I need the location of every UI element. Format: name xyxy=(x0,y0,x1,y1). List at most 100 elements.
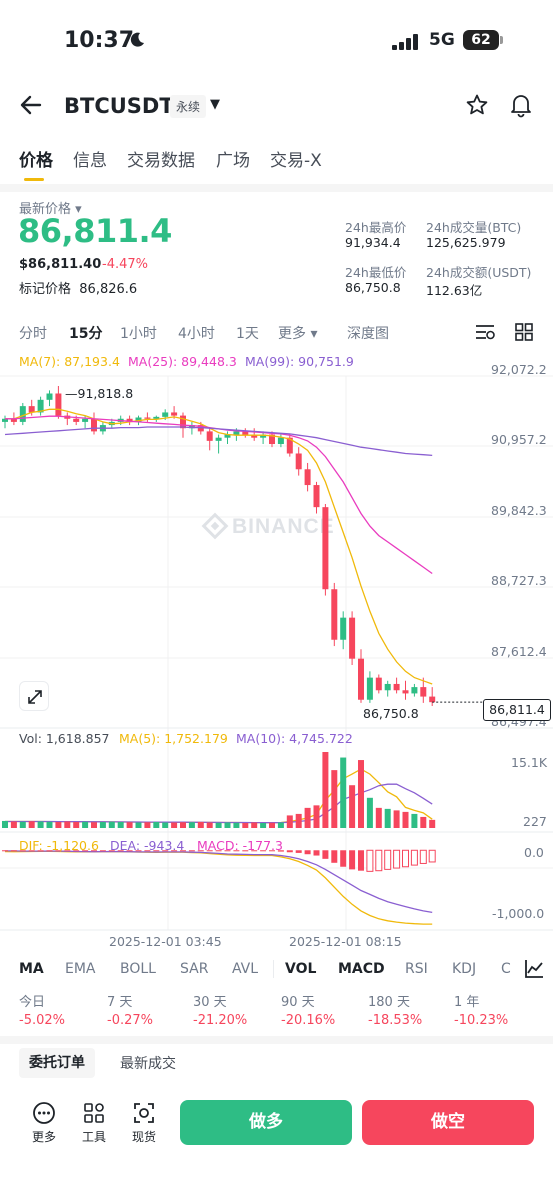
kline-chart[interactable]: BINANCE xyxy=(0,0,553,960)
perf-label: 30 天 xyxy=(193,995,227,1010)
fullscreen-button[interactable] xyxy=(19,681,49,711)
dea-legend: DEA: -943.4 xyxy=(110,838,185,853)
volume-bar xyxy=(215,822,222,828)
x-tick: 2025-12-01 03:45 xyxy=(109,934,222,949)
macd-bar xyxy=(366,849,374,872)
divider xyxy=(0,1036,553,1044)
perf-label: 180 天 xyxy=(368,995,410,1010)
volume-bar xyxy=(126,822,133,828)
macd-tick: 0.0 xyxy=(524,845,544,860)
tab-order-book[interactable]: 委托订单 xyxy=(19,1048,95,1078)
chart-type-icon[interactable] xyxy=(523,958,545,984)
tools-icon[interactable] xyxy=(79,1100,109,1130)
more-label[interactable]: 更多 xyxy=(26,1128,62,1145)
vol-ma10-legend: MA(10): 4,745.722 xyxy=(236,731,353,746)
dif-legend: DIF: -1,120.6 xyxy=(19,838,99,853)
ind-sar[interactable]: SAR xyxy=(180,961,208,977)
volume-bar xyxy=(206,822,213,828)
macd-bar xyxy=(188,850,195,852)
perf-value: -20.16% xyxy=(281,1013,336,1028)
volume-bar xyxy=(224,822,231,828)
volume-bar xyxy=(197,821,204,828)
candle-body xyxy=(73,418,80,422)
macd-legend: MACD: -177.3 xyxy=(197,838,283,853)
volume-bar xyxy=(286,815,293,828)
vol-ma5-legend: MA(5): 1,752.179 xyxy=(119,731,228,746)
candle-body xyxy=(358,658,364,700)
ind-rsi[interactable]: RSI xyxy=(405,961,428,977)
ind-ema[interactable]: EMA xyxy=(65,961,96,977)
macd-bar xyxy=(313,850,320,856)
volume-bar xyxy=(420,816,427,828)
perf-label: 7 天 xyxy=(107,995,133,1010)
volume-bar xyxy=(135,822,142,828)
ma7-legend: MA(7): 87,193.4 xyxy=(19,354,120,369)
candle-body xyxy=(349,617,356,659)
volume-bar xyxy=(19,821,26,828)
high-marker: —91,818.8 xyxy=(65,386,134,401)
binance-watermark: BINANCE xyxy=(201,512,334,540)
candle-body xyxy=(429,696,436,703)
divider xyxy=(273,960,274,978)
macd-bar xyxy=(384,849,392,870)
volume-bar xyxy=(242,822,249,828)
volume-bar xyxy=(393,810,400,828)
macd-bar xyxy=(99,850,106,852)
perf-label: 今日 xyxy=(19,995,46,1010)
volume-bar xyxy=(411,813,418,828)
macd-bar xyxy=(286,850,293,853)
volume-bar xyxy=(251,822,258,828)
volume-bar xyxy=(55,821,62,828)
volume-bar xyxy=(295,813,302,828)
volume-bar xyxy=(37,821,44,828)
volume-bar xyxy=(171,822,178,828)
volume-bar xyxy=(82,821,89,828)
macd-bar xyxy=(2,850,8,852)
ind-boll[interactable]: BOLL xyxy=(120,961,156,977)
ind-kdj[interactable]: KDJ xyxy=(452,961,476,977)
candle-body xyxy=(322,507,329,590)
candle-body xyxy=(19,406,26,422)
macd-bar xyxy=(410,849,418,866)
volume-bar xyxy=(349,785,356,828)
candle-body xyxy=(233,431,240,435)
macd-bar xyxy=(402,849,409,868)
candle-body xyxy=(366,677,373,700)
macd-bar xyxy=(331,850,338,863)
macd-bar xyxy=(428,849,436,863)
macd-bar xyxy=(393,849,401,869)
x-tick: 2025-12-01 08:15 xyxy=(289,934,402,949)
macd-bar xyxy=(10,850,17,852)
volume-bar xyxy=(260,822,267,828)
candle-body xyxy=(82,418,89,422)
more-icon[interactable] xyxy=(29,1100,59,1130)
vol-legend: Vol: 1,618.857 xyxy=(19,731,110,746)
perf-value: -5.02% xyxy=(19,1013,65,1028)
volume-bar xyxy=(162,822,169,828)
volume-bar xyxy=(2,820,8,828)
y-tick: 89,842.3 xyxy=(491,503,547,518)
ind-c[interactable]: C xyxy=(501,961,511,977)
tab-recent-trades[interactable]: 最新成交 xyxy=(120,1053,176,1073)
y-tick: 87,612.4 xyxy=(491,644,547,659)
ind-macd[interactable]: MACD xyxy=(338,961,385,977)
candle-body xyxy=(180,415,186,429)
volume-bar xyxy=(153,821,160,828)
spot-icon[interactable] xyxy=(129,1100,159,1130)
ind-vol[interactable]: VOL xyxy=(285,961,316,977)
volume-bar xyxy=(269,822,275,828)
short-button[interactable]: 做空 xyxy=(362,1100,534,1145)
volume-bar xyxy=(108,821,115,828)
candle-body xyxy=(411,687,418,694)
volume-bar xyxy=(91,822,97,828)
spot-label[interactable]: 现货 xyxy=(126,1128,162,1145)
candle-body xyxy=(162,412,169,417)
macd-bar xyxy=(358,850,364,871)
ind-ma[interactable]: MA xyxy=(19,961,44,977)
long-button[interactable]: 做多 xyxy=(180,1100,352,1145)
ind-avl[interactable]: AVL xyxy=(232,961,258,977)
macd-bar xyxy=(322,850,329,859)
volume-bar xyxy=(340,757,347,828)
volume-bar xyxy=(429,819,436,828)
tools-label[interactable]: 工具 xyxy=(76,1128,112,1145)
